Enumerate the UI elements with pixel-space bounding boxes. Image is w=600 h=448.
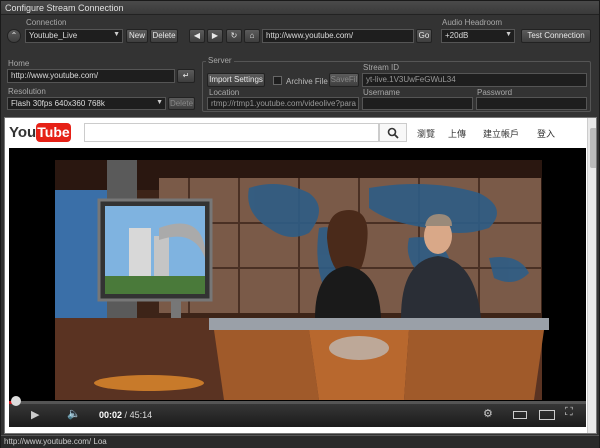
save-file-button[interactable]: SaveFil bbox=[329, 73, 359, 87]
home-url-input[interactable]: http://www.youtube.com/ bbox=[7, 69, 175, 83]
audio-headroom-label: Audio Headroom bbox=[442, 18, 503, 27]
status-text: http://www.youtube.com/ Loa bbox=[4, 437, 107, 446]
go-button[interactable]: Go bbox=[416, 29, 432, 43]
connection-selected: Youtube_Live bbox=[29, 31, 78, 40]
player-controls: ▶ 🔈 00:02 / 45:14 ⚙ ⛶ bbox=[9, 396, 586, 427]
test-connection-button[interactable]: Test Connection bbox=[521, 29, 591, 43]
resolution-selected: Flash 30fps 640x360 768k bbox=[11, 99, 105, 108]
location-input[interactable]: rtmp://rtmp1.youtube.com/videolive?para bbox=[207, 97, 359, 110]
browser-view[interactable]: You Tube 瀏覽 上傳 建立帳戶 登入 ▶ 🔈 00:02 / 45:14… bbox=[4, 117, 597, 434]
refresh-icon[interactable]: ↻ bbox=[226, 29, 242, 43]
title-bar: Configure Stream Connection bbox=[1, 1, 599, 15]
total-time: 45:14 bbox=[129, 410, 153, 420]
forward-icon[interactable]: ▶ bbox=[207, 29, 223, 43]
stream-id-input[interactable]: yt-live.1V3UwFeGWuL34 bbox=[362, 73, 587, 87]
stream-config-window: Configure Stream Connection Connection ⌃… bbox=[0, 0, 600, 448]
search-icon[interactable] bbox=[379, 123, 407, 142]
password-label: Password bbox=[477, 88, 513, 97]
connection-label: Connection bbox=[26, 18, 67, 27]
news-studio-image bbox=[9, 148, 586, 401]
password-input[interactable] bbox=[476, 97, 587, 110]
audio-selected: +20dB bbox=[445, 31, 469, 40]
fullscreen-icon[interactable]: ⛶ bbox=[565, 406, 573, 419]
nav-browse[interactable]: 瀏覽 bbox=[417, 127, 435, 140]
back-icon[interactable]: ◀ bbox=[189, 29, 205, 43]
status-bar: http://www.youtube.com/ Loa bbox=[1, 435, 599, 448]
home-icon[interactable]: ⌂ bbox=[244, 29, 260, 43]
time-display: 00:02 / 45:14 bbox=[99, 410, 153, 420]
youtube-search-input[interactable] bbox=[84, 123, 379, 142]
large-player-icon[interactable] bbox=[539, 410, 555, 420]
nav-upload[interactable]: 上傳 bbox=[448, 127, 466, 140]
scrub-handle[interactable] bbox=[11, 396, 21, 406]
username-label: Username bbox=[363, 88, 400, 97]
resolution-label: Resolution bbox=[8, 87, 46, 96]
chevron-down-icon: ▼ bbox=[156, 99, 163, 106]
current-time: 00:02 bbox=[99, 410, 123, 420]
archive-file-label: Archive File bbox=[286, 77, 328, 86]
audio-headroom-select[interactable]: +20dB ▼ bbox=[441, 29, 515, 43]
import-settings-button[interactable]: Import Settings bbox=[207, 73, 265, 87]
delete-connection-button[interactable]: Delete bbox=[150, 29, 178, 43]
home-label: Home bbox=[8, 59, 30, 68]
location-label: Location bbox=[209, 88, 240, 97]
nav-sign-in[interactable]: 登入 bbox=[537, 127, 555, 140]
progress-bar[interactable] bbox=[9, 401, 586, 404]
stream-id-label: Stream ID bbox=[363, 63, 400, 72]
username-input[interactable] bbox=[362, 97, 473, 110]
new-connection-button[interactable]: New bbox=[126, 29, 148, 43]
scrollbar-thumb[interactable] bbox=[590, 128, 596, 168]
resolution-select[interactable]: Flash 30fps 640x360 768k ▼ bbox=[7, 97, 166, 110]
gear-icon[interactable]: ⚙ bbox=[483, 407, 493, 420]
nav-create-account[interactable]: 建立帳戶 bbox=[483, 127, 519, 140]
server-label: Server bbox=[206, 56, 234, 65]
collapse-up-icon[interactable]: ⌃ bbox=[7, 29, 21, 43]
window-title: Configure Stream Connection bbox=[5, 3, 124, 13]
small-player-icon[interactable] bbox=[513, 411, 527, 419]
delete-resolution-button[interactable]: Delete bbox=[168, 97, 195, 110]
connection-select[interactable]: Youtube_Live ▼ bbox=[25, 29, 123, 43]
youtube-logo[interactable]: You Tube bbox=[9, 123, 71, 143]
archive-file-checkbox[interactable] bbox=[273, 76, 282, 85]
enter-icon[interactable]: ↵ bbox=[177, 69, 195, 83]
url-input[interactable]: http://www.youtube.com/ bbox=[262, 29, 414, 43]
chevron-down-icon: ▼ bbox=[505, 31, 512, 38]
volume-icon[interactable]: 🔈 bbox=[67, 407, 81, 420]
browser-scrollbar[interactable] bbox=[587, 118, 596, 433]
play-icon[interactable]: ▶ bbox=[31, 408, 39, 421]
youtube-header: You Tube 瀏覽 上傳 建立帳戶 登入 bbox=[5, 118, 596, 148]
chevron-down-icon: ▼ bbox=[113, 31, 120, 38]
video-player[interactable] bbox=[9, 148, 586, 401]
